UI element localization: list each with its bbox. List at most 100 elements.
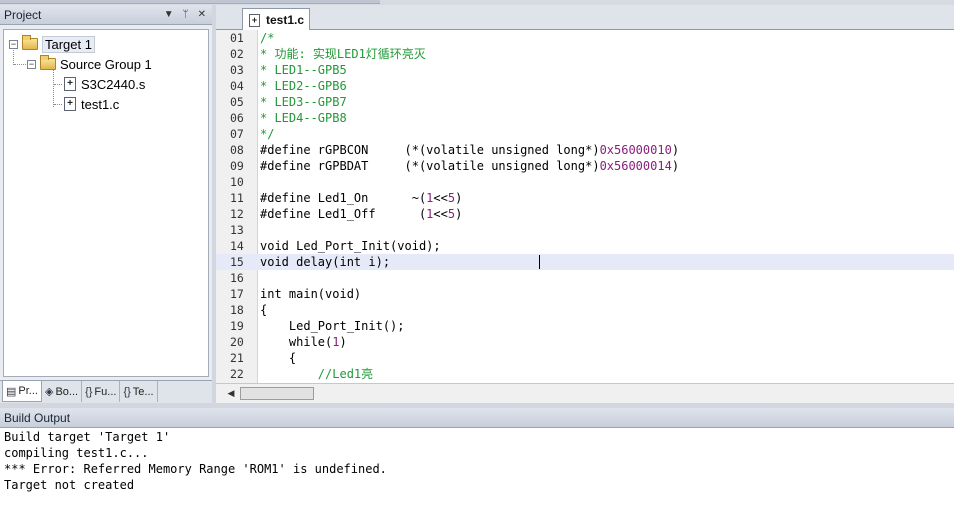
editor-tab-bar: + test1.c — [216, 5, 954, 31]
dropdown-icon[interactable]: ▼ — [164, 5, 174, 25]
code-line[interactable]: 22 //Led1亮 — [216, 366, 954, 382]
code-area[interactable]: 01 /* 02 * 功能: 实现LED1灯循环亮灭 03 * LED1--GPB5 04 *… — [216, 30, 954, 383]
line-number: 06 — [230, 111, 244, 125]
code-line[interactable]: 12 #define Led1_Off (1<<5) — [216, 206, 954, 222]
code-text: * LED2--GPB6 — [260, 79, 347, 93]
code-text: * 功能: 实现LED1灯循环亮灭 — [260, 47, 426, 61]
tab-test1-c[interactable]: + test1.c — [242, 8, 310, 31]
line-number: 08 — [230, 143, 244, 157]
target-folder-icon — [22, 35, 38, 50]
tab-books[interactable]: ◈ Bo... — [42, 381, 83, 402]
file-icon: + — [64, 77, 76, 91]
code-line[interactable]: 08 #define rGPBCON (*(volatile unsigned l… — [216, 142, 954, 158]
tree-item-label: Source Group 1 — [60, 56, 152, 72]
code-text: #define Led1_Off (1<<5) — [260, 207, 463, 221]
top-strip-segment — [0, 0, 380, 4]
books-icon: ◈ — [44, 386, 54, 398]
project-panel-title: Project ▼ ᛘ ✕ — [0, 5, 212, 25]
text-caret — [539, 255, 540, 269]
tree-item-file[interactable]: + test1.c — [64, 95, 119, 113]
code-text: int main(void) — [260, 287, 362, 301]
horizontal-scrollbar[interactable]: ◀ — [216, 383, 954, 403]
code-line[interactable]: 04 * LED2--GPB6 — [216, 78, 954, 94]
code-line[interactable]: 11 #define Led1_On ~(1<<5) — [216, 190, 954, 206]
line-number: 20 — [230, 335, 244, 349]
tree-connector — [14, 64, 28, 65]
project-tree[interactable]: − Target 1 − Source Group 1 + S3C2440.s … — [3, 29, 209, 377]
build-output-line: compiling test1.c... — [4, 446, 149, 460]
code-text: #define rGPBCON (*(volatile unsigned lon… — [260, 143, 680, 157]
line-number: 17 — [230, 287, 244, 301]
code-line[interactable]: 01 /* — [216, 30, 954, 46]
file-icon: + — [64, 97, 76, 111]
project-panel-title-text: Project — [4, 8, 42, 22]
tree-item-file[interactable]: + S3C2440.s — [64, 75, 145, 93]
line-number: 14 — [230, 239, 244, 253]
collapse-icon[interactable]: − — [27, 59, 36, 69]
collapse-icon[interactable]: − — [9, 39, 18, 49]
line-number: 12 — [230, 207, 244, 221]
code-text: Led_Port_Init(); — [260, 319, 405, 333]
code-line[interactable]: 14 void Led_Port_Init(void); — [216, 238, 954, 254]
code-line[interactable]: 02 * 功能: 实现LED1灯循环亮灭 — [216, 46, 954, 62]
file-icon: + — [249, 13, 260, 27]
code-line[interactable]: 20 while(1) — [216, 334, 954, 350]
code-line[interactable]: 03 * LED1--GPB5 — [216, 62, 954, 78]
code-text: void delay(int i); — [260, 255, 391, 269]
line-number: 04 — [230, 79, 244, 93]
tab-label: Te... — [132, 385, 154, 398]
pin-icon[interactable]: ᛘ — [183, 5, 189, 25]
tab-functions[interactable]: {} Fu... — [82, 381, 121, 402]
tree-item-label: Target 1 — [42, 35, 95, 53]
line-number: 05 — [230, 95, 244, 109]
tab-project[interactable]: ▤ Pr... — [2, 381, 42, 402]
tab-label: test1.c — [266, 13, 305, 27]
scroll-left-icon[interactable]: ◀ — [224, 387, 238, 401]
line-number: 01 — [230, 31, 244, 45]
code-text: * LED4--GPB8 — [260, 111, 347, 125]
line-number: 07 — [230, 127, 244, 141]
tab-label: Pr... — [18, 385, 38, 397]
code-text: * LED1--GPB5 — [260, 63, 347, 77]
panel-buttons: ▼ ᛘ ✕ — [164, 5, 206, 25]
tree-item-label: test1.c — [81, 96, 120, 112]
code-line[interactable]: 06 * LED4--GPB8 — [216, 110, 954, 126]
tree-connector — [54, 104, 62, 105]
code-text: #define Led1_On ~(1<<5) — [260, 191, 463, 205]
code-line[interactable]: 18 { — [216, 302, 954, 318]
code-line[interactable]: 19 Led_Port_Init(); — [216, 318, 954, 334]
line-number: 10 — [230, 175, 244, 189]
tab-label: Bo... — [55, 385, 79, 398]
line-number: 15 — [230, 255, 244, 269]
code-line[interactable]: 09 #define rGPBDAT (*(volatile unsigned l… — [216, 158, 954, 174]
build-output-panel: Build Output Build target 'Target 1' com… — [0, 408, 954, 521]
tree-connector — [53, 67, 54, 107]
code-line[interactable]: 16 — [216, 270, 954, 286]
tree-item-group[interactable]: − Source Group 1 — [27, 55, 152, 73]
code-line[interactable]: 21 { — [216, 350, 954, 366]
code-line[interactable]: 13 — [216, 222, 954, 238]
code-text: void Led_Port_Init(void); — [260, 239, 441, 253]
line-number: 11 — [230, 191, 244, 205]
tree-item-label: S3C2440.s — [81, 76, 146, 92]
code-line[interactable]: 17 int main(void) — [216, 286, 954, 302]
code-line[interactable]: 15 void delay(int i); — [216, 254, 954, 270]
line-number: 03 — [230, 63, 244, 77]
build-output-line: Target not created — [4, 478, 135, 492]
tree-item-target[interactable]: − Target 1 — [9, 35, 95, 53]
line-number: 21 — [230, 351, 244, 365]
code-line[interactable]: 05 * LED3--GPB7 — [216, 94, 954, 110]
tab-label: Fu... — [94, 385, 117, 398]
braces-icon: {} — [85, 385, 93, 398]
project-panel: Project ▼ ᛘ ✕ − Target 1 − Source Group … — [0, 5, 212, 403]
close-icon[interactable]: ✕ — [198, 5, 206, 25]
code-line[interactable]: 10 — [216, 174, 954, 190]
scrollbar-thumb[interactable] — [240, 387, 314, 400]
line-number: 13 — [230, 223, 244, 237]
line-number: 16 — [230, 271, 244, 285]
line-number: 18 — [230, 303, 244, 317]
code-line[interactable]: 07 */ — [216, 126, 954, 142]
tab-templates[interactable]: {} Te... — [120, 381, 158, 402]
code-text: #define rGPBDAT (*(volatile unsigned lon… — [260, 159, 680, 173]
project-icon: ▤ — [6, 385, 17, 398]
